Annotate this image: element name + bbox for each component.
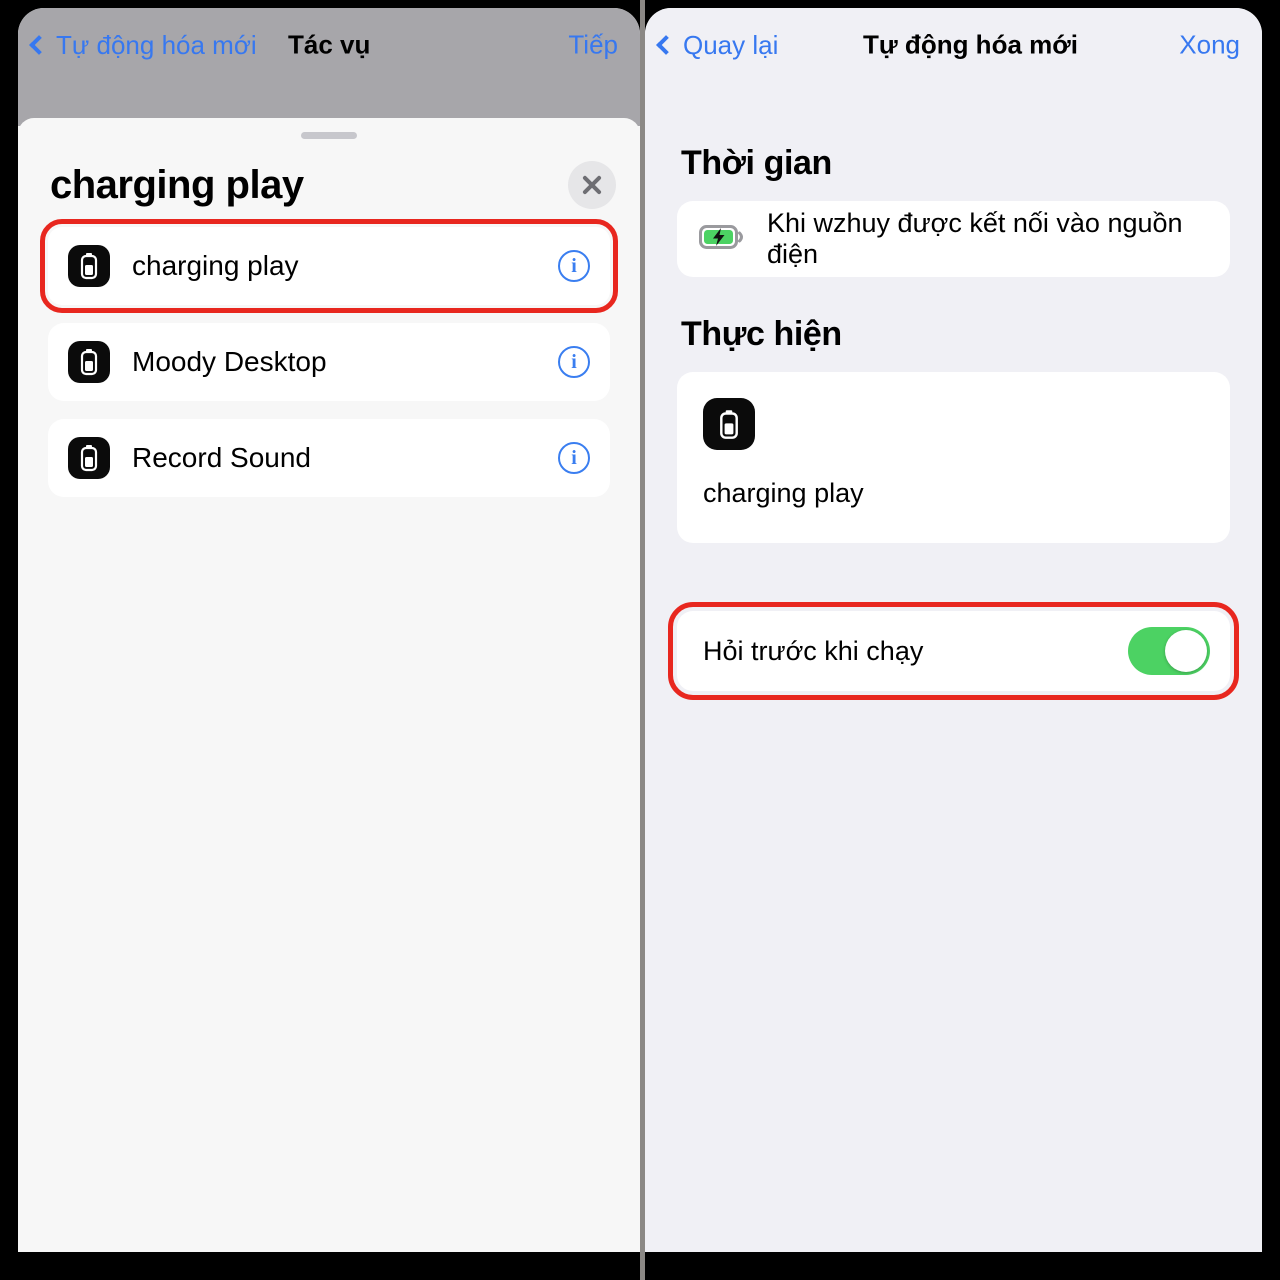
info-circle-icon[interactable]: i [558, 346, 590, 378]
sheet-grabber-handle[interactable] [301, 132, 357, 139]
sheet-header: charging play [18, 139, 640, 209]
back-button-quay-lai[interactable]: Quay lại [656, 29, 779, 61]
right-device-frame: Quay lại Tự động hóa mới Xong Thời gian [645, 0, 1280, 1280]
battery-app-icon [68, 245, 110, 287]
left-page-title: Tác vụ [288, 29, 371, 60]
ask-before-running-toggle[interactable] [1128, 627, 1210, 675]
done-button[interactable]: Xong [1179, 30, 1240, 61]
automation-body: Thời gian Khi wzhuy được kết nối vào ngu… [645, 144, 1262, 700]
ask-before-running-label: Hỏi trước khi chạy [703, 635, 924, 666]
info-circle-icon[interactable]: i [558, 250, 590, 282]
back-button-automation[interactable]: Tự động hóa mới [29, 29, 257, 61]
battery-charging-glyph [699, 224, 743, 249]
shortcut-list: charging play i Moody Desktop i Record S… [18, 209, 640, 497]
action-section-heading: Thực hiện [681, 315, 842, 353]
left-screen: Tự động hóa mới Tác vụ Tiếp charging pla… [18, 8, 640, 1252]
battery-glyph [80, 253, 98, 280]
back-button-label: Tự động hóa mới [56, 29, 257, 60]
battery-glyph [80, 445, 98, 472]
battery-glyph [80, 349, 98, 376]
list-item[interactable]: charging play i [40, 219, 618, 313]
trigger-card[interactable]: Khi wzhuy được kết nối vào nguồn điện [677, 201, 1230, 277]
battery-charging-icon [699, 224, 745, 255]
toggle-knob [1165, 630, 1207, 672]
right-screen: Quay lại Tự động hóa mới Xong Thời gian [645, 8, 1262, 1252]
back-button-label: Quay lại [683, 29, 779, 60]
ask-before-running-row[interactable]: Hỏi trước khi chạy [677, 611, 1230, 691]
list-item[interactable]: Moody Desktop i [48, 323, 610, 401]
left-navigation-bar: Tự động hóa mới Tác vụ Tiếp [18, 8, 640, 126]
list-item-label: charging play [132, 250, 299, 281]
close-icon[interactable] [568, 161, 616, 209]
trigger-label: Khi wzhuy được kết nối vào nguồn điện [767, 208, 1183, 269]
info-circle-icon[interactable]: i [558, 442, 590, 474]
action-card[interactable]: charging play [677, 372, 1230, 543]
right-navigation-bar: Quay lại Tự động hóa mới Xong [645, 8, 1262, 126]
time-section-heading: Thời gian [681, 144, 832, 182]
chevron-left-icon [656, 35, 676, 55]
action-label: charging play [703, 478, 864, 508]
sheet-title: charging play [50, 162, 304, 207]
chevron-left-icon [29, 35, 49, 55]
ask-before-running-highlight: Hỏi trước khi chạy [668, 602, 1239, 700]
battery-app-icon [68, 341, 110, 383]
list-item-label: Record Sound [132, 442, 312, 473]
left-device-frame: Tự động hóa mới Tác vụ Tiếp charging pla… [0, 0, 640, 1280]
next-button[interactable]: Tiếp [568, 30, 618, 61]
battery-glyph [720, 409, 738, 439]
right-page-title: Tự động hóa mới [863, 29, 1078, 60]
battery-app-icon [68, 437, 110, 479]
list-item-label: Moody Desktop [132, 346, 327, 377]
battery-app-icon [703, 398, 755, 450]
screenshot-stage: Tự động hóa mới Tác vụ Tiếp charging pla… [0, 0, 1280, 1280]
list-item[interactable]: Record Sound i [48, 419, 610, 497]
shortcut-picker-sheet: charging play charging play i Moody Desk… [18, 118, 640, 1252]
